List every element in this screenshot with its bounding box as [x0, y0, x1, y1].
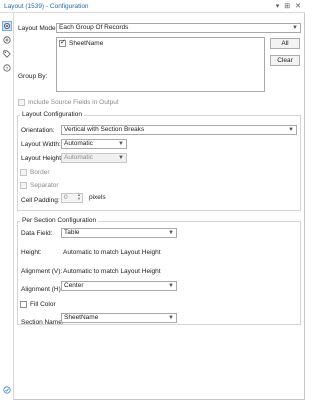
main-content: Layout Mode: Each Group Of Records ▼ She…	[15, 13, 304, 400]
orientation-value: Vertical with Section Breaks	[64, 126, 145, 133]
data-field-select[interactable]: Table ▼	[61, 228, 177, 238]
window-title: Layout (1539) - Configuration	[4, 3, 89, 10]
layout-width-label: Layout Width:	[21, 141, 61, 148]
layout-height-label: Layout Height:	[21, 155, 63, 162]
spinner-arrows-icon[interactable]: ▲ ▼	[77, 193, 81, 201]
all-button[interactable]: All	[270, 38, 300, 49]
data-field-label: Data Field:	[21, 230, 53, 237]
clear-button[interactable]: Clear	[270, 55, 300, 66]
section-config-title: Per Section Configuration	[20, 217, 99, 224]
tag-icon[interactable]	[2, 49, 12, 59]
section-name-label: Section Name:	[21, 319, 64, 326]
fill-color-label: Fill Color	[30, 301, 56, 308]
separator-checkbox[interactable]	[20, 182, 27, 189]
group-by-item-label: SheetName	[69, 40, 104, 47]
include-source-label: Include Source Fields in Output	[28, 99, 119, 106]
layout-height-value: Automatic	[64, 154, 93, 161]
orientation-label: Orientation:	[21, 127, 55, 134]
tool-rail: ?	[0, 13, 14, 400]
fill-color-checkbox[interactable]	[20, 301, 27, 308]
title-buttons: ▾ ⊞ ✕	[276, 2, 301, 11]
chevron-down-icon: ▼	[292, 25, 298, 31]
layout-mode-select[interactable]: Each Group Of Records ▼	[56, 23, 301, 33]
check-circle-icon	[2, 385, 12, 395]
chevron-down-icon: ▼	[168, 283, 174, 289]
svg-text:?: ?	[6, 66, 9, 72]
cell-padding-label: Cell Padding:	[21, 197, 60, 204]
layout-config-title: Layout Configuration	[20, 111, 84, 118]
section-name-value: SheetName	[64, 314, 99, 321]
pin-icon[interactable]: ⊞	[284, 2, 290, 11]
layout-mode-value: Each Group Of Records	[59, 24, 129, 31]
alignment-h-value: Center	[64, 282, 84, 289]
layout-width-value: Automatic	[64, 140, 93, 147]
alignment-v-value: Automatic to match Layout Height	[63, 268, 161, 275]
border-label: Border	[30, 169, 50, 176]
dropdown-icon[interactable]: ▾	[276, 2, 280, 11]
gear-icon[interactable]	[2, 21, 12, 31]
orientation-select[interactable]: Vertical with Section Breaks ▼	[61, 125, 297, 135]
layout-width-select[interactable]: Automatic ▼	[61, 139, 127, 149]
alignment-v-label: Alignment (V):	[21, 268, 63, 275]
chevron-down-icon: ▼	[118, 141, 124, 147]
cell-padding-value: 0	[64, 194, 68, 201]
height-label: Height:	[21, 249, 42, 256]
alignment-h-label: Alignment (H):	[21, 286, 63, 293]
chevron-down-icon: ▼	[288, 127, 294, 133]
section-name-select[interactable]: SheetName ▼	[61, 313, 177, 323]
separator-label: Separator	[30, 182, 59, 189]
help-icon[interactable]: ?	[2, 63, 12, 73]
cell-padding-unit: pixels	[89, 194, 106, 201]
border-checkbox[interactable]	[20, 169, 27, 176]
chevron-down-icon: ▼	[118, 155, 124, 161]
chevron-down-icon: ▼	[168, 230, 174, 236]
layout-height-select[interactable]: Automatic ▼	[61, 153, 127, 163]
include-source-checkbox[interactable]	[18, 99, 25, 106]
chevron-down-icon: ▼	[168, 315, 174, 321]
layout-mode-label: Layout Mode:	[18, 25, 58, 32]
data-field-value: Table	[64, 229, 80, 236]
group-by-checkbox[interactable]	[59, 38, 66, 47]
close-icon[interactable]: ✕	[295, 2, 301, 11]
title-bar: Layout (1539) - Configuration ▾ ⊞ ✕	[0, 0, 305, 13]
alignment-h-select[interactable]: Center ▼	[61, 281, 177, 291]
group-by-label: Group By:	[18, 73, 48, 80]
group-by-list[interactable]: SheetName	[56, 37, 265, 92]
arrows-icon[interactable]	[2, 35, 12, 45]
cell-padding-input[interactable]: 0 ▲ ▼	[61, 193, 83, 203]
height-value: Automatic to match Layout Height	[63, 249, 161, 256]
